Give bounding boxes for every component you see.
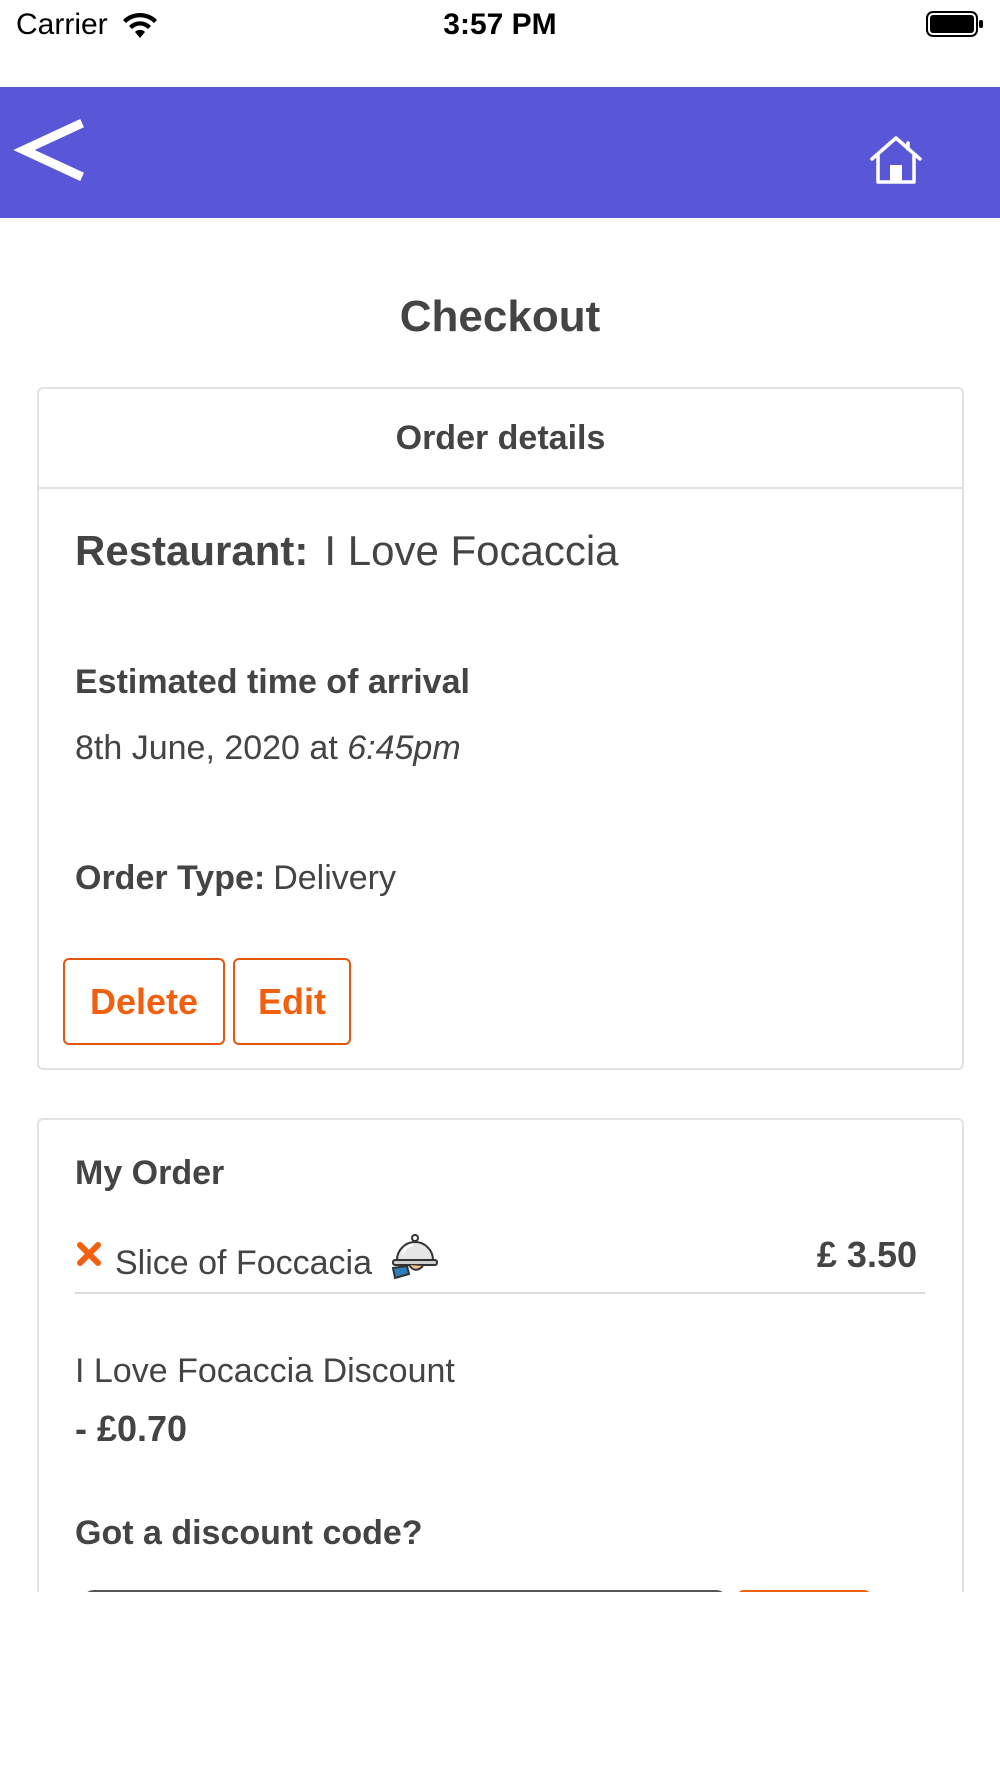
restaurant-name: I Love Focaccia xyxy=(324,527,619,574)
edit-button[interactable]: Edit xyxy=(233,958,351,1045)
restaurant-label: Restaurant: xyxy=(75,527,309,574)
order-type: Order Type: Delivery xyxy=(75,859,396,898)
delete-button[interactable]: Delete xyxy=(63,958,225,1045)
status-time: 3:57 PM xyxy=(443,8,557,41)
serving-cloche-icon xyxy=(391,1234,438,1280)
home-icon[interactable] xyxy=(866,135,926,185)
my-order-title: My Order xyxy=(75,1154,225,1192)
order-details-card: Order details Restaurant: I Love Focaccia… xyxy=(37,387,964,1070)
order-type-value: Delivery xyxy=(273,859,396,897)
battery-icon xyxy=(926,11,983,37)
nav-bar xyxy=(0,87,1000,218)
close-icon[interactable] xyxy=(75,1240,103,1268)
restaurant-line: Restaurant: I Love Focaccia xyxy=(75,527,619,575)
discount-code-question: Got a discount code? xyxy=(75,1514,423,1552)
order-item: Slice of Foccacia £ 3.50 xyxy=(75,1232,925,1294)
my-order-card: My Order Slice of Foccacia £ 3.50 I Love… xyxy=(37,1118,964,1638)
order-item-name: Slice of Foccacia xyxy=(115,1244,372,1282)
eta-date: 8th June, 2020 at xyxy=(75,729,338,767)
order-type-label: Order Type: xyxy=(75,859,266,897)
content-clip-area xyxy=(0,1592,1000,1778)
page-title: Checkout xyxy=(399,292,601,341)
eta-label: Estimated time of arrival xyxy=(75,663,470,701)
eta-time: 6:45pm xyxy=(347,729,461,767)
back-button[interactable] xyxy=(12,105,92,195)
order-details-header: Order details xyxy=(39,389,962,489)
discount-amount: - £0.70 xyxy=(75,1408,188,1449)
status-bar: Carrier 3:57 PM xyxy=(0,0,1000,87)
discount-name: I Love Focaccia Discount xyxy=(75,1352,455,1390)
order-item-price: £ 3.50 xyxy=(816,1234,917,1275)
eta-value: 8th June, 2020 at 6:45pm xyxy=(75,729,461,768)
